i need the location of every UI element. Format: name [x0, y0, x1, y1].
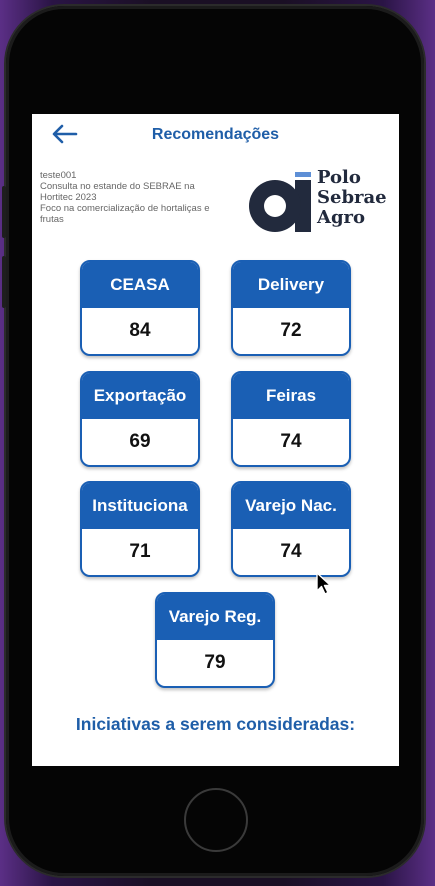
card-label: Varejo Nac. — [233, 483, 349, 529]
card-score: 71 — [129, 541, 151, 562]
card-label: Exportação — [82, 373, 198, 419]
card-score: 72 — [280, 320, 302, 341]
volume-up-button — [2, 186, 6, 238]
volume-down-button — [2, 256, 6, 308]
page-title: Recomendações — [151, 126, 280, 143]
mouse-pointer-icon — [316, 572, 332, 595]
logo-text: Polo Sebrae Agro — [317, 168, 387, 228]
section-title: Iniciativas a serem consideradas: — [75, 714, 356, 734]
info-line: teste001 — [40, 170, 77, 181]
logo-mark-icon — [249, 172, 311, 232]
card-label: CEASA — [82, 262, 198, 308]
card-label: Feiras — [233, 373, 349, 419]
card-ceasa[interactable]: CEASA 84 — [80, 260, 200, 356]
logo-text-line: Polo — [317, 167, 361, 188]
logo-text-line: Agro — [317, 207, 366, 228]
info-line: Consulta no estande do SEBRAE na — [40, 181, 195, 192]
card-score: 84 — [129, 320, 151, 341]
card-delivery[interactable]: Delivery 72 — [231, 260, 351, 356]
app-screen: Recomendações teste001 Consulta no estan… — [32, 114, 399, 766]
app-header: Recomendações — [32, 114, 399, 156]
card-label: Varejo Reg. — [157, 594, 273, 640]
card-varejo-reg[interactable]: Varejo Reg. 79 — [155, 592, 275, 688]
card-score: 79 — [204, 652, 226, 673]
card-score: 69 — [129, 431, 151, 452]
logo-text-line: Sebrae — [317, 187, 387, 208]
card-label: Instituciona — [82, 483, 198, 529]
card-score: 74 — [280, 541, 302, 562]
consultation-info: teste001 Consulta no estande do SEBRAE n… — [40, 170, 245, 225]
info-line: Foco na comercialização de hortaliças e — [40, 203, 210, 214]
card-varejo-nac[interactable]: Varejo Nac. 74 — [231, 481, 351, 577]
info-line: Hortitec 2023 — [40, 192, 97, 203]
card-feiras[interactable]: Feiras 74 — [231, 371, 351, 467]
home-button[interactable] — [184, 788, 248, 852]
card-label: Delivery — [233, 262, 349, 308]
card-score: 74 — [280, 431, 302, 452]
info-line: frutas — [40, 214, 64, 225]
card-institucional[interactable]: Instituciona 71 — [80, 481, 200, 577]
polo-sebrae-agro-logo: Polo Sebrae Agro — [247, 164, 397, 234]
card-exportacao[interactable]: Exportação 69 — [80, 371, 200, 467]
